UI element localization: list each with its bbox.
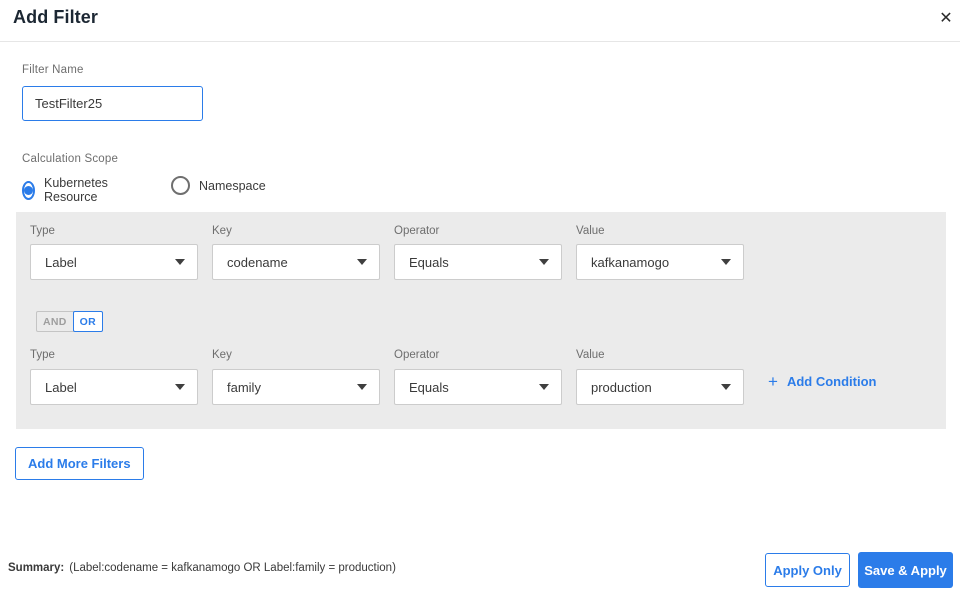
save-apply-button[interactable]: Save & Apply <box>858 552 953 588</box>
operator-column-label: Operator <box>394 225 440 237</box>
type-dropdown[interactable]: Label <box>30 244 198 280</box>
operator-dropdown-value: Equals <box>409 379 449 395</box>
apply-only-button[interactable]: Apply Only <box>765 553 850 587</box>
key-column-label: Key <box>212 349 232 361</box>
type-dropdown[interactable]: Label <box>30 369 198 405</box>
logic-toggle: AND OR <box>36 311 104 332</box>
key-dropdown-value: family <box>227 379 261 395</box>
radio-namespace[interactable]: Namespace <box>171 176 266 195</box>
key-column-label: Key <box>212 225 232 237</box>
add-condition-label: Add Condition <box>786 374 877 389</box>
radio-unselected-icon <box>171 176 190 195</box>
operator-dropdown[interactable]: Equals <box>394 244 562 280</box>
plus-icon: + <box>768 372 778 391</box>
value-column-label: Value <box>576 349 605 361</box>
key-dropdown-value: codename <box>227 254 288 270</box>
close-icon[interactable]: ✕ <box>934 6 958 30</box>
type-column-label: Type <box>30 349 55 361</box>
operator-dropdown-value: Equals <box>409 254 449 270</box>
radio-kubernetes-resource[interactable]: Kubernetes Resource <box>22 176 114 204</box>
chevron-down-icon <box>539 384 549 390</box>
value-dropdown[interactable]: kafkanamogo <box>576 244 744 280</box>
radio-label: Namespace <box>199 178 266 193</box>
summary: Summary: (Label:codename = kafkanamogo OR… <box>8 562 396 574</box>
chevron-down-icon <box>175 259 185 265</box>
add-condition-button[interactable]: + Add Condition <box>768 373 876 390</box>
radio-selected-icon <box>22 180 35 200</box>
operator-dropdown[interactable]: Equals <box>394 369 562 405</box>
add-filter-dialog: Add Filter ✕ Filter Name Calculation Sco… <box>0 0 960 595</box>
header-divider <box>0 41 960 42</box>
filter-name-label: Filter Name <box>22 64 84 76</box>
chevron-down-icon <box>357 384 367 390</box>
key-dropdown[interactable]: codename <box>212 244 380 280</box>
type-dropdown-value: Label <box>45 254 77 270</box>
value-dropdown-value: kafkanamogo <box>591 254 670 270</box>
type-dropdown-value: Label <box>45 379 77 395</box>
add-more-filters-button[interactable]: Add More Filters <box>15 447 144 480</box>
summary-text: (Label:codename = kafkanamogo OR Label:f… <box>69 562 396 574</box>
filter-name-input[interactable] <box>22 86 203 121</box>
dialog-title: Add Filter <box>13 7 98 27</box>
conditions-panel: Type Key Operator Value Label codename E… <box>16 212 946 429</box>
value-dropdown-value: production <box>591 379 652 395</box>
or-toggle-button[interactable]: OR <box>72 311 104 332</box>
operator-column-label: Operator <box>394 349 440 361</box>
value-dropdown[interactable]: production <box>576 369 744 405</box>
chevron-down-icon <box>357 259 367 265</box>
chevron-down-icon <box>721 384 731 390</box>
key-dropdown[interactable]: family <box>212 369 380 405</box>
radio-label: Kubernetes Resource <box>44 176 108 204</box>
type-column-label: Type <box>30 225 55 237</box>
calculation-scope-label: Calculation Scope <box>22 153 119 165</box>
chevron-down-icon <box>175 384 185 390</box>
chevron-down-icon <box>721 259 731 265</box>
and-toggle-button[interactable]: AND <box>36 311 74 332</box>
summary-label: Summary: <box>8 562 65 574</box>
value-column-label: Value <box>576 225 605 237</box>
chevron-down-icon <box>539 259 549 265</box>
